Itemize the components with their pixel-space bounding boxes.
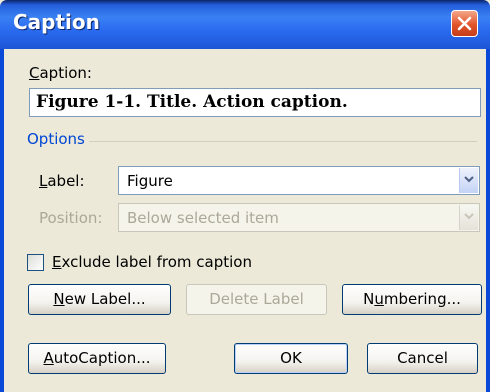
window-frame-right — [486, 49, 490, 392]
caption-dialog: Caption Caption: Figure 1-1. Title. Acti… — [0, 0, 490, 392]
position-select-dropdown-button[interactable] — [459, 205, 478, 230]
label-field-label: Label: — [39, 172, 85, 190]
options-group-divider — [89, 141, 477, 142]
label-select-value: Figure — [127, 172, 173, 190]
chevron-down-icon — [464, 176, 474, 183]
dialog-title: Caption — [13, 10, 100, 34]
position-select[interactable]: Below selected item — [118, 203, 480, 232]
numbering-button[interactable]: Numbering... — [342, 284, 482, 315]
ok-button[interactable]: OK — [234, 343, 348, 374]
label-select[interactable]: Figure — [118, 166, 480, 195]
cancel-button[interactable]: Cancel — [367, 343, 478, 374]
delete-label-button[interactable]: Delete Label — [186, 284, 327, 315]
label-select-dropdown-button[interactable] — [459, 168, 478, 193]
window-frame-left — [0, 49, 4, 392]
caption-input[interactable]: Figure 1-1. Title. Action caption. — [29, 88, 481, 117]
chevron-down-icon — [464, 213, 474, 220]
exclude-label-checkbox-label[interactable]: Exclude label from caption — [52, 253, 252, 271]
autocaption-button[interactable]: AutoCaption... — [28, 343, 166, 374]
options-group-label: Options — [27, 130, 85, 148]
new-label-button[interactable]: New Label... — [28, 284, 171, 315]
caption-field-label: Caption: — [29, 64, 92, 82]
exclude-label-checkbox[interactable] — [27, 254, 44, 271]
position-select-value: Below selected item — [127, 209, 279, 227]
close-icon — [457, 16, 472, 31]
title-bar[interactable]: Caption — [0, 0, 490, 49]
position-field-label: Position: — [39, 209, 103, 227]
close-button[interactable] — [451, 10, 478, 37]
